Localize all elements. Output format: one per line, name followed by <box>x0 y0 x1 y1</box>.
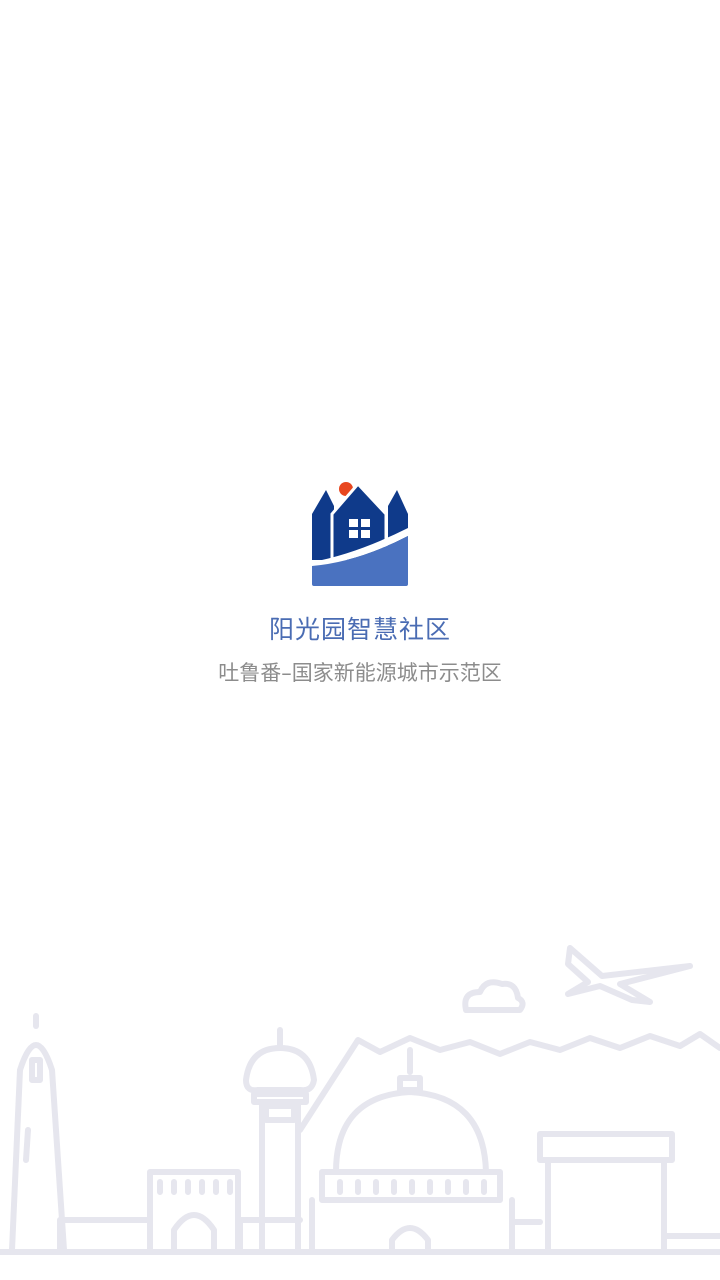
tall-tower-outline <box>9 1013 67 1253</box>
right-building-outline <box>537 1131 720 1253</box>
app-subtitle: 吐鲁番–国家新能源城市示范区 <box>218 661 502 685</box>
app-title: 阳光园智慧社区 <box>268 615 451 644</box>
airplane-icon <box>565 945 693 1005</box>
cloud-icon <box>462 979 526 1013</box>
splash-screen: 阳光园智慧社区 吐鲁番–国家新能源城市示范区 <box>0 0 720 1280</box>
community-house-logo-icon <box>312 481 408 586</box>
mountain-ridge <box>297 1031 720 1133</box>
arched-building-outline <box>57 1169 241 1253</box>
minaret-outline <box>237 1027 317 1253</box>
city-skyline-illustration <box>0 945 720 1255</box>
mosque-outline <box>309 1047 543 1253</box>
